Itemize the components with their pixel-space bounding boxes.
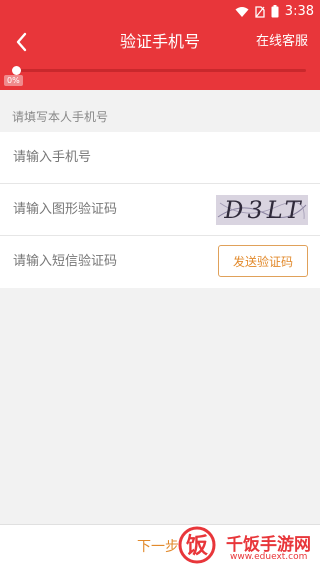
next-step-button[interactable]: 下一步 — [137, 525, 179, 568]
send-code-button[interactable]: 发送验证码 — [218, 245, 308, 277]
status-time: 3:38 — [284, 4, 314, 19]
captcha-row: 请输入图形验证码 D3LT — [0, 184, 320, 236]
captcha-text: D3LT — [221, 196, 307, 224]
sms-code-input[interactable]: 请输入短信验证码 — [13, 236, 203, 288]
status-icons: 3:38 — [235, 4, 314, 19]
wifi-icon — [235, 6, 249, 17]
watermark-logo-char: 饭 — [186, 533, 208, 559]
online-service-button[interactable]: 在线客服 — [256, 24, 308, 60]
no-sim-icon — [255, 5, 265, 18]
app-header: 验证手机号 在线客服 — [0, 24, 320, 60]
progress-track — [14, 69, 306, 72]
sms-row: 请输入短信验证码 发送验证码 — [0, 236, 320, 288]
captcha-input[interactable]: 请输入图形验证码 — [13, 184, 203, 236]
watermark-logo-icon: 饭 — [178, 526, 216, 564]
verification-form: 请输入手机号 请输入图形验证码 D3LT 请输入短信验证码 发送验证码 — [0, 132, 320, 288]
phone-row: 请输入手机号 — [0, 132, 320, 184]
progress-knob — [12, 66, 21, 75]
watermark-url: www.eduext.com — [230, 552, 308, 562]
captcha-image[interactable]: D3LT — [216, 195, 308, 225]
battery-icon — [271, 5, 279, 18]
progress-percent-badge: 0% — [4, 75, 23, 86]
progress-area — [0, 60, 320, 90]
status-bar: 3:38 — [0, 0, 320, 24]
phone-input[interactable]: 请输入手机号 — [13, 132, 203, 184]
section-label: 请填写本人手机号 — [12, 110, 109, 124]
